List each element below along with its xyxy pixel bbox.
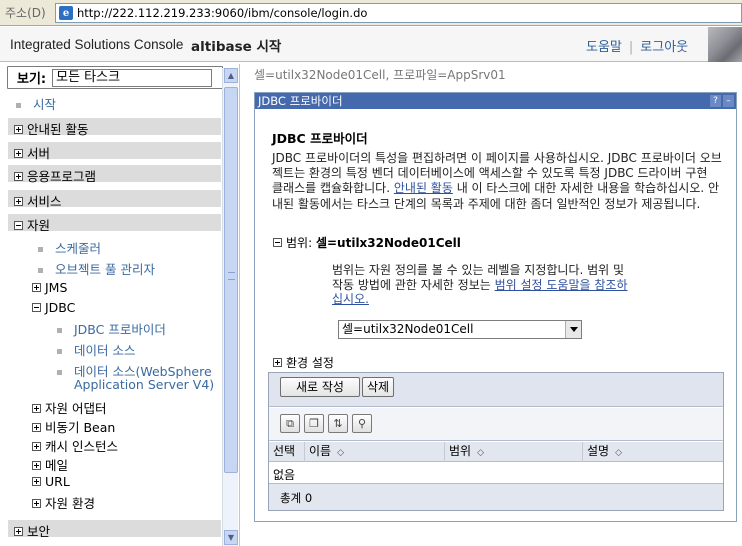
bullet-icon (57, 370, 62, 375)
view-filter: 보기: 모든 타스크 (7, 66, 223, 89)
column-description[interactable]: 설명 ◇ (583, 442, 723, 462)
expand-icon[interactable] (14, 149, 23, 158)
header-divider: | (628, 40, 634, 55)
nav-object-pool[interactable]: 오브젝트 풀 관리자 (38, 259, 155, 278)
delete-button[interactable]: 삭제 (362, 377, 394, 397)
address-url[interactable]: http://222.112.219.233:9060/ibm/console/… (77, 6, 367, 20)
nav-category-guided-label[interactable]: 안내된 활동 (14, 119, 88, 138)
address-input[interactable]: e http://222.112.219.233:9060/ibm/consol… (55, 3, 742, 23)
select-all-icon[interactable]: ⧉ (280, 414, 300, 433)
expand-icon[interactable] (32, 404, 41, 413)
nav-resource-adapter[interactable]: 자원 어댑터 (32, 398, 106, 417)
nav-start[interactable]: 시작 (16, 94, 56, 113)
nav-url[interactable]: URL (32, 474, 70, 489)
clear-filter-icon[interactable]: ⚲ (352, 414, 372, 433)
portlet-title: JDBC 프로바이더 ? – (255, 93, 736, 109)
table-button-bar: 새로 작성 삭제 (269, 373, 723, 407)
scope-section-header[interactable]: 범위: 셀=utilx32Node01Cell (273, 234, 461, 251)
chevron-down-icon[interactable] (565, 321, 581, 338)
view-label: 보기: (17, 72, 47, 87)
expand-icon[interactable] (14, 527, 23, 536)
scope-description: 범위는 자원 정의를 볼 수 있는 레벨을 지정합니다. 범위 및 작동 방법에… (332, 263, 628, 307)
grip-icon (228, 272, 235, 280)
expand-icon[interactable] (14, 197, 23, 206)
expand-icon[interactable] (14, 172, 23, 181)
scope-value: 셀=utilx32Node01Cell (315, 236, 461, 250)
nav-jdbc-provider[interactable]: JDBC 프로바이더 (57, 319, 166, 338)
minimize-icon[interactable]: – (723, 95, 734, 107)
nav-mail[interactable]: 메일 (32, 455, 68, 474)
nav-scheduler[interactable]: 스케줄러 (38, 238, 101, 257)
brand-title: Integrated Solutions Console (10, 37, 184, 52)
nav-category-security-label[interactable]: 보안 (14, 521, 50, 540)
scroll-up-icon[interactable]: ▲ (224, 68, 238, 83)
expand-icon[interactable] (32, 461, 41, 470)
nav-scrollbar[interactable]: ▲ ▼ (222, 68, 238, 546)
nav-category-resources-label[interactable]: 자원 (14, 215, 50, 234)
jdbc-provider-portlet: JDBC 프로바이더 ? – JDBC 프로바이더 JDBC 프로바이더의 특성… (254, 92, 737, 522)
sort-icon[interactable]: ◇ (337, 448, 344, 458)
bullet-icon (57, 328, 62, 333)
collapse-icon[interactable] (14, 221, 23, 230)
table-icon-bar: ⧉ ❐ ⇅ ⚲ (269, 408, 723, 441)
welcome-text: altibase 시작 (191, 39, 282, 55)
portlet-title-text: JDBC 프로바이더 (258, 94, 343, 108)
help-icon[interactable]: ? (710, 95, 721, 107)
sort-icon[interactable]: ◇ (615, 448, 622, 458)
expand-icon[interactable] (32, 423, 41, 432)
nav-jms[interactable]: JMS (32, 280, 67, 295)
expand-icon[interactable] (32, 442, 41, 451)
help-link[interactable]: 도움말 (586, 40, 622, 55)
ibm-header-graphic (708, 27, 742, 62)
nav-async-bean[interactable]: 비동기 Bean (32, 417, 115, 436)
nav-data-source-v4-line2[interactable]: Application Server V4) (74, 377, 214, 392)
expand-icon[interactable] (32, 283, 41, 292)
breadcrumb: 셀=utilx32Node01Cell, 프로파일=AppSrv01 (254, 68, 506, 82)
nav-category-applications-label[interactable]: 응용프로그램 (14, 166, 96, 185)
bullet-icon (38, 268, 43, 273)
nav-data-source[interactable]: 데이터 소스 (57, 340, 135, 359)
scope-select[interactable]: 셀=utilx32Node01Cell (338, 320, 582, 339)
ie-page-icon: e (59, 6, 73, 20)
preferences-section-header[interactable]: 환경 설정 (273, 354, 334, 371)
collapse-icon[interactable] (32, 303, 41, 312)
table-header: 선택 이름 ◇ 범위 ◇ 설명 ◇ (269, 442, 723, 462)
expand-icon[interactable] (14, 125, 23, 134)
new-button[interactable]: 새로 작성 (280, 377, 360, 397)
bullet-icon (16, 103, 21, 108)
table-total: 총계 0 (280, 491, 313, 505)
table-footer: 총계 0 (269, 483, 723, 510)
providers-table: 새로 작성 삭제 ⧉ ❐ ⇅ ⚲ 선택 이름 ◇ 범위 ◇ 설명 ◇ 없음 총계 0 (268, 372, 724, 511)
console-header: Integrated Solutions Console altibase 시작… (0, 27, 742, 62)
navigation-panel: 보기: 모든 타스크 시작 안내된 활동 서버 응용프로그램 서비스 자원 스케… (0, 64, 240, 546)
expand-icon[interactable] (273, 358, 282, 367)
address-bar: 주소(D) e http://222.112.219.233:9060/ibm/… (0, 0, 742, 26)
show-filter-icon[interactable]: ⇅ (328, 414, 348, 433)
page-heading: JDBC 프로바이더 (272, 131, 368, 146)
bullet-icon (38, 247, 43, 252)
nav-category-servers-label[interactable]: 서버 (14, 143, 50, 162)
bullet-icon (57, 349, 62, 354)
scroll-thumb[interactable] (224, 87, 238, 473)
nav-resource-env[interactable]: 자원 환경 (32, 493, 95, 512)
nav-jdbc[interactable]: JDBC (32, 300, 75, 315)
expand-icon[interactable] (32, 477, 41, 486)
header-links: 도움말 | 로그아웃 (586, 36, 688, 55)
column-name[interactable]: 이름 ◇ (305, 442, 445, 462)
table-empty-text: 없음 (273, 468, 296, 482)
address-label: 주소(D) (5, 6, 46, 20)
logout-link[interactable]: 로그아웃 (640, 40, 688, 55)
collapse-icon[interactable] (273, 238, 282, 247)
column-select: 선택 (269, 442, 305, 462)
page-description: JDBC 프로바이더의 특성을 편집하려면 이 페이지를 사용하십시오. JDB… (272, 151, 722, 211)
nav-category-services-label[interactable]: 서비스 (14, 191, 62, 210)
scroll-down-icon[interactable]: ▼ (224, 530, 238, 545)
view-select[interactable]: 모든 타스크 (52, 68, 213, 87)
expand-icon[interactable] (32, 499, 41, 508)
nav-cache-instance[interactable]: 캐시 인스턴스 (32, 436, 118, 455)
deselect-all-icon[interactable]: ❐ (304, 414, 324, 433)
guided-activity-link[interactable]: 안내된 활동 (394, 181, 453, 195)
sort-icon[interactable]: ◇ (477, 448, 484, 458)
column-scope[interactable]: 범위 ◇ (445, 442, 583, 462)
